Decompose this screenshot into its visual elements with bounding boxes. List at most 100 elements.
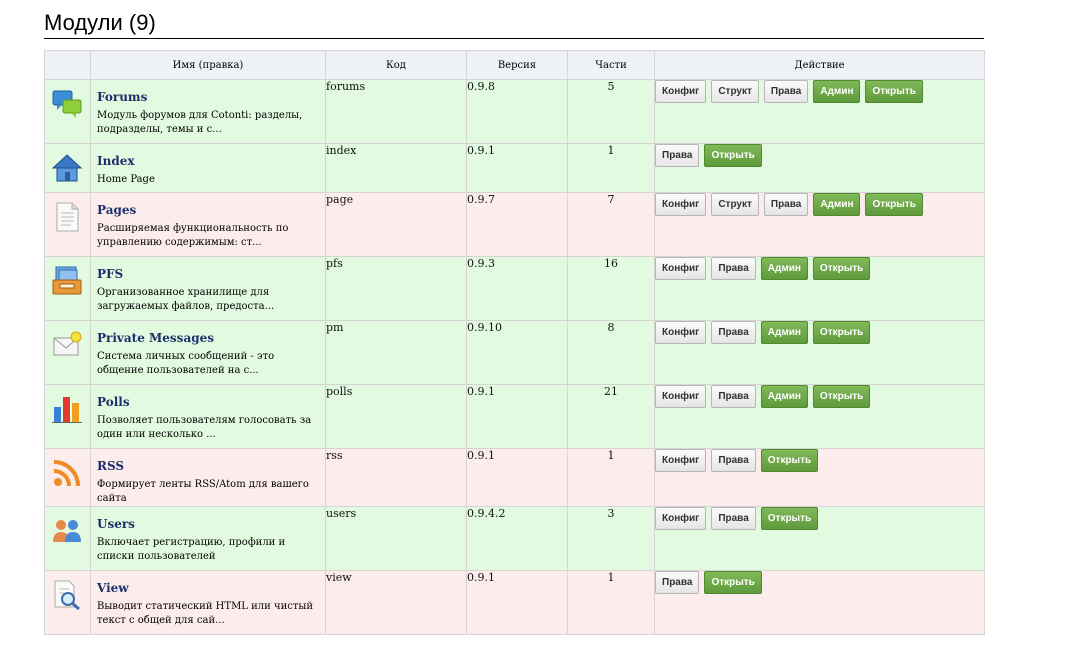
module-version: 0.9.7 [466, 192, 568, 257]
module-name-link[interactable]: RSS [91, 449, 325, 473]
action-button[interactable]: Открыть [812, 257, 871, 280]
module-name-cell: PFS Организованное хранилище для загружае… [90, 256, 326, 321]
action-button[interactable]: Права [763, 80, 809, 103]
action-button[interactable]: Конфиг [655, 193, 707, 216]
module-name-cell: RSS Формирует ленты RSS/Atom для вашего с… [90, 448, 326, 507]
module-icon-cell [44, 570, 91, 635]
module-description: Позволяет пользователям голосовать за од… [97, 415, 312, 440]
action-button[interactable]: Открыть [865, 193, 923, 216]
page-title: Модули (9) [44, 10, 156, 35]
action-button[interactable]: Админ [813, 193, 861, 216]
action-button[interactable]: Админ [813, 80, 861, 103]
module-code: pfs [325, 256, 467, 321]
action-button[interactable]: Конфиг [655, 321, 707, 344]
module-icon-cell [44, 79, 91, 144]
module-actions-cell: Конфиг Структ Права Админ Открыть [654, 79, 985, 144]
module-version: 0.9.1 [466, 570, 568, 635]
table-row: RSS Формирует ленты RSS/Atom для вашего с… [44, 448, 985, 507]
modules-table: Имя (правка) Код Версия Части Действие F… [44, 50, 985, 635]
module-actions-cell: Конфиг Права Админ Открыть [654, 320, 985, 385]
table-row: View Выводит статический HTML или чистый … [44, 570, 985, 635]
module-icon-cell [44, 143, 91, 193]
module-code: rss [325, 448, 467, 507]
module-name-link[interactable]: Private Messages [91, 321, 325, 345]
module-name-cell: Private Messages Система личных сообщений… [90, 320, 326, 385]
module-icon-cell [44, 448, 91, 507]
module-actions-cell: Права Открыть [654, 570, 985, 635]
action-button[interactable]: Структ [711, 80, 759, 103]
action-button[interactable]: Открыть [812, 385, 871, 408]
action-button[interactable]: Админ [760, 385, 808, 408]
module-version: 0.9.1 [466, 448, 568, 507]
module-icon-cell [44, 256, 91, 321]
action-button[interactable]: Права [711, 449, 756, 472]
action-button[interactable]: Админ [760, 321, 808, 344]
module-version: 0.9.4.2 [466, 506, 568, 571]
module-code: forums [325, 79, 467, 144]
module-version: 0.9.1 [466, 143, 568, 193]
action-button[interactable]: Конфиг [655, 385, 707, 408]
module-name-link[interactable]: View [91, 571, 325, 595]
module-parts: 1 [567, 448, 655, 507]
module-version: 0.9.1 [466, 384, 568, 449]
table-row: Index Home Page index 0.9.1 1 Права Открыть [44, 143, 985, 193]
action-button[interactable]: Конфиг [655, 507, 707, 530]
module-name-link[interactable]: Users [91, 507, 325, 531]
action-button[interactable]: Админ [760, 257, 808, 280]
action-button[interactable]: Права [711, 321, 756, 344]
module-actions-cell: Конфиг Права Открыть [654, 448, 985, 507]
action-button[interactable]: Права [763, 193, 809, 216]
module-name-cell: Polls Позволяет пользователям голосовать … [90, 384, 326, 449]
action-button[interactable]: Конфиг [655, 257, 707, 280]
module-name-cell: Forums Модуль форумов для Cotonti: раздел… [90, 79, 326, 144]
module-name-link[interactable]: Polls [91, 385, 325, 409]
module-parts: 7 [567, 192, 655, 257]
module-parts: 16 [567, 256, 655, 321]
action-button[interactable]: Конфиг [655, 449, 707, 472]
module-description: Формирует ленты RSS/Atom для вашего сайт… [97, 479, 309, 504]
module-description: Выводит статический HTML или чистый текс… [97, 601, 314, 626]
table-header-row: Имя (правка) Код Версия Части Действие [44, 50, 985, 80]
col-header-name: Имя (правка) [90, 50, 326, 80]
module-parts: 21 [567, 384, 655, 449]
module-parts: 1 [567, 143, 655, 193]
action-button[interactable]: Права [655, 144, 700, 167]
action-button[interactable]: Права [711, 257, 756, 280]
action-button[interactable]: Открыть [760, 507, 819, 530]
module-name-link[interactable]: Pages [91, 193, 325, 217]
module-parts: 5 [567, 79, 655, 144]
module-name-cell: Index Home Page [90, 143, 326, 193]
action-button[interactable]: Открыть [760, 449, 819, 472]
module-code: view [325, 570, 467, 635]
action-button[interactable]: Структ [711, 193, 759, 216]
table-row: Pages Расширяемая функциональность по упр… [44, 192, 985, 257]
module-description: Модуль форумов для Cotonti: разделы, под… [97, 110, 303, 135]
col-header-code: Код [325, 50, 467, 80]
module-actions-cell: Права Открыть [654, 143, 985, 193]
module-description: Система личных сообщений - это общение п… [97, 351, 275, 376]
module-name-cell: View Выводит статический HTML или чистый … [90, 570, 326, 635]
action-button[interactable]: Открыть [704, 571, 762, 594]
action-button[interactable]: Открыть [812, 321, 871, 344]
module-name-link[interactable]: PFS [91, 257, 325, 281]
module-icon-cell [44, 320, 91, 385]
table-row: Polls Позволяет пользователям голосовать … [44, 384, 985, 449]
module-name-link[interactable]: Index [91, 144, 325, 168]
module-version: 0.9.8 [466, 79, 568, 144]
action-button[interactable]: Конфиг [655, 80, 707, 103]
action-button[interactable]: Права [655, 571, 700, 594]
table-row: Private Messages Система личных сообщений… [44, 320, 985, 385]
action-button[interactable]: Открыть [865, 80, 923, 103]
module-version: 0.9.3 [466, 256, 568, 321]
action-button[interactable]: Открыть [704, 144, 762, 167]
module-code: page [325, 192, 467, 257]
col-header-actions: Действие [654, 50, 985, 80]
table-row: PFS Организованное хранилище для загружае… [44, 256, 985, 321]
module-description: Home Page [97, 174, 155, 185]
module-name-link[interactable]: Forums [91, 80, 325, 104]
module-icon-cell [44, 192, 91, 257]
module-parts: 8 [567, 320, 655, 385]
action-button[interactable]: Права [711, 507, 756, 530]
action-button[interactable]: Права [711, 385, 756, 408]
col-header-parts: Части [567, 50, 655, 80]
